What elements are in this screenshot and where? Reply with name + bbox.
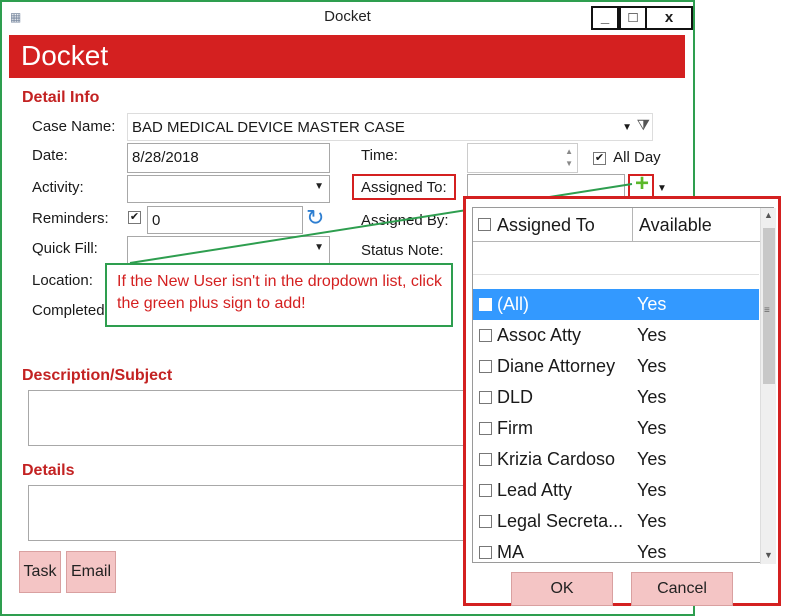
filter-icon[interactable]: ⧩: [637, 117, 650, 134]
list-item-name: Diane Attorney: [497, 356, 616, 376]
assigned-by-label: Assigned By:: [361, 212, 449, 229]
list-item[interactable]: DLD Yes: [473, 382, 759, 413]
grip-icon: ≡: [764, 305, 770, 316]
list-item-checkbox[interactable]: [479, 453, 492, 466]
detail-info-heading: Detail Info: [22, 89, 100, 106]
list-item-available: Yes: [637, 356, 667, 376]
add-user-plus-icon[interactable]: +: [632, 171, 652, 197]
chevron-down-icon: ▼: [314, 242, 324, 253]
ok-button[interactable]: OK: [511, 572, 613, 606]
list-item-available: Yes: [637, 325, 667, 345]
list-item-checkbox[interactable]: [479, 484, 492, 497]
list-item-available: Yes: [637, 418, 667, 438]
spinner-icon[interactable]: ▲ ▼: [565, 146, 573, 170]
list-item-checkbox[interactable]: [479, 360, 492, 373]
list-item-name: Krizia Cardoso: [497, 449, 616, 469]
list-item-checkbox[interactable]: [479, 329, 492, 342]
maximize-button[interactable]: □: [619, 6, 647, 30]
list-item-checkbox[interactable]: [479, 546, 492, 559]
list-item-name: Legal Secreta...: [497, 511, 624, 531]
column-header-available[interactable]: Available: [633, 208, 760, 242]
instruction-callout: If the New User isn't in the dropdown li…: [105, 263, 453, 327]
reminders-label: Reminders:: [32, 210, 109, 227]
description-heading: Description/Subject: [22, 367, 173, 384]
list-item-name: Firm: [497, 418, 533, 438]
date-field[interactable]: 8/28/2018: [127, 143, 330, 173]
list-item-available: Yes: [637, 542, 667, 562]
list-item[interactable]: MA Yes: [473, 537, 759, 568]
assigned-to-dropdown: Assigned To Available (All) Yes Assoc Atty…: [463, 196, 781, 606]
activity-label: Activity:: [32, 179, 84, 196]
refresh-icon[interactable]: ↻: [306, 205, 324, 231]
chevron-down-icon: ▼: [622, 122, 632, 133]
list-item[interactable]: (All) Yes: [473, 289, 759, 320]
task-button[interactable]: Task: [19, 551, 61, 593]
filter-row[interactable]: [473, 243, 759, 275]
close-button[interactable]: x: [647, 6, 693, 30]
scroll-down-icon[interactable]: ▼: [764, 550, 773, 560]
list-item[interactable]: Legal Secreta... Yes: [473, 506, 759, 537]
list-item-name: MA: [497, 542, 524, 562]
list-item-available: Yes: [637, 480, 667, 500]
list-item-name: Assoc Atty: [497, 325, 582, 345]
title-bar: ▦ Docket _ □ x: [2, 2, 693, 32]
list-item-name: Lead Atty: [497, 480, 573, 500]
list-item[interactable]: Firm Yes: [473, 413, 759, 444]
location-label: Location:: [32, 272, 93, 289]
list-item-available: Yes: [637, 511, 667, 531]
cancel-button[interactable]: Cancel: [631, 572, 733, 606]
reminders-value: 0: [152, 212, 161, 229]
case-name-combo[interactable]: BAD MEDICAL DEVICE MASTER CASE ▼ ⧩: [127, 113, 653, 141]
list-item-checkbox[interactable]: [479, 515, 492, 528]
reminders-field[interactable]: 0: [147, 206, 303, 234]
case-name-label: Case Name:: [32, 118, 116, 135]
case-name-value: BAD MEDICAL DEVICE MASTER CASE: [132, 119, 405, 136]
list-item-available: Yes: [637, 449, 667, 469]
list-item-checkbox[interactable]: [479, 422, 492, 435]
column-header-assigned-to[interactable]: Assigned To: [473, 208, 633, 242]
column-header-assigned-to-label: Assigned To: [497, 215, 595, 235]
scroll-up-icon[interactable]: ▲: [764, 210, 773, 220]
page-title: Docket: [21, 40, 109, 71]
assigned-to-chevron-down-icon[interactable]: ▼: [657, 183, 667, 194]
list-item-name: (All): [497, 294, 529, 314]
quick-fill-label: Quick Fill:: [32, 240, 98, 257]
chevron-down-icon: ▼: [314, 181, 324, 192]
list-item[interactable]: Assoc Atty Yes: [473, 320, 759, 351]
list-item-checkbox[interactable]: [479, 391, 492, 404]
quick-fill-combo[interactable]: ▼: [127, 236, 330, 264]
status-note-label: Status Note:: [361, 242, 444, 259]
all-day-label: All Day: [613, 149, 661, 166]
list-item-available: Yes: [637, 294, 667, 314]
time-field[interactable]: ▲ ▼: [467, 143, 578, 173]
date-label: Date:: [32, 147, 68, 164]
minimize-button[interactable]: _: [591, 6, 619, 30]
list-item[interactable]: Diane Attorney Yes: [473, 351, 759, 382]
completed-label: Completed:: [32, 302, 109, 319]
details-heading: Details: [22, 462, 75, 479]
list-item[interactable]: Lead Atty Yes: [473, 475, 759, 506]
details-textarea[interactable]: [28, 485, 464, 541]
activity-combo[interactable]: ▼: [127, 175, 330, 203]
check-icon: ✔: [593, 151, 606, 165]
description-textarea[interactable]: [28, 390, 464, 446]
list-item-checkbox[interactable]: [479, 298, 492, 311]
callout-text: If the New User isn't in the dropdown li…: [117, 273, 442, 312]
select-all-checkbox[interactable]: [478, 218, 491, 231]
time-label: Time:: [361, 147, 398, 164]
list-item-name: DLD: [497, 387, 534, 407]
email-button[interactable]: Email: [66, 551, 116, 593]
reminders-checkbox[interactable]: ✔: [128, 211, 141, 224]
all-day-checkbox[interactable]: ✔ All Day: [593, 149, 661, 166]
assigned-to-label: Assigned To:: [361, 179, 447, 196]
assigned-to-list: Assigned To Available (All) Yes Assoc Atty…: [472, 207, 776, 564]
vertical-scrollbar[interactable]: ▲ ≡ ▼: [760, 208, 776, 564]
date-value: 8/28/2018: [132, 149, 199, 166]
page-header: Docket: [9, 35, 685, 78]
list-item[interactable]: Krizia Cardoso Yes: [473, 444, 759, 475]
window-title: Docket: [324, 8, 371, 25]
list-item-available: Yes: [637, 387, 667, 407]
